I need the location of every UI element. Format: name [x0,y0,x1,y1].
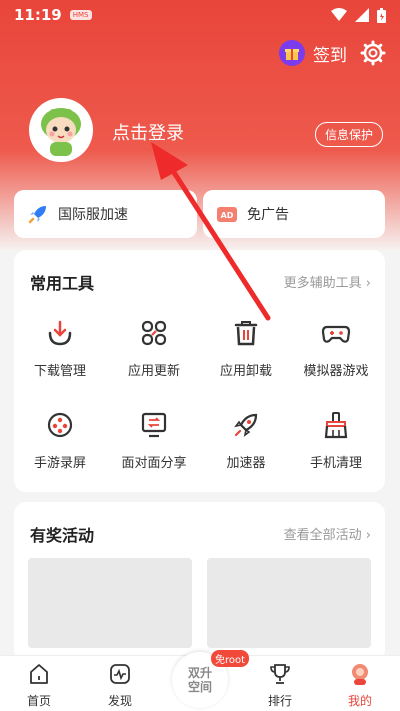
trash-icon [234,321,258,346]
tool-share-label: 面对面分享 [121,456,187,471]
signin-button[interactable]: 签到 [279,40,347,66]
tab-discover-label: 发现 [107,694,132,708]
broom-icon [324,412,348,439]
tool-uninstall[interactable]: 应用卸载 [201,318,291,379]
home-icon [30,664,48,684]
no-root-badge: 免root [211,650,250,667]
tool-download-label: 下载管理 [33,364,86,379]
gamepad-icon [321,325,351,343]
activity-banner[interactable] [28,558,192,648]
record-icon [47,412,73,438]
status-badge: HMS [69,10,92,20]
all-activities-link[interactable]: 查看全部活动 › [284,524,371,543]
discover-icon [110,664,130,684]
download-icon [48,320,72,346]
login-link[interactable]: 点击登录 [112,119,184,145]
dual-space-line2: 空间 [187,680,212,694]
more-tools-label: 更多辅助工具 [283,276,362,291]
more-tools-link[interactable]: 更多辅助工具 › [284,272,371,291]
no-ads-label: 免广告 [247,207,289,223]
tool-accelerator-label: 加速器 [226,456,266,471]
gift-icon [279,40,305,66]
rocket-icon [234,413,258,437]
intl-accelerate-label: 国际服加速 [58,207,128,223]
tool-record-label: 手游录屏 [33,456,86,471]
dual-space-line1: 双升 [187,666,212,680]
tool-clean[interactable]: 手机清理 [291,410,381,471]
tab-home[interactable]: 首页 [9,662,69,709]
ad-icon: AD [217,207,237,222]
apps-icon [141,320,167,346]
intl-accelerate-button[interactable]: 国际服加速 [14,190,197,238]
tool-emulator-label: 模拟器游戏 [303,364,369,379]
tab-mine-label: 我的 [347,694,372,708]
battery-icon [377,7,386,23]
tab-home-label: 首页 [26,694,51,708]
tab-ranking[interactable]: 排行 [250,662,310,709]
tool-clean-label: 手机清理 [309,456,362,471]
mascot-icon [41,108,81,156]
no-ads-button[interactable]: AD 免广告 [203,190,385,238]
rocket-icon [28,206,46,224]
avatar[interactable] [29,98,93,162]
tool-emulator[interactable]: 模拟器游戏 [291,318,381,379]
tab-discover[interactable]: 发现 [90,662,150,709]
privacy-button[interactable]: 信息保护 [315,122,384,147]
tool-uninstall-label: 应用卸载 [219,364,272,379]
tool-update[interactable]: 应用更新 [109,318,199,379]
tools-card: 常用工具 更多辅助工具 › 下载管理 应用更新 应用卸载 模拟器游戏 手游录屏 … [14,250,385,492]
status-bar: 11:19 HMS [0,0,400,30]
tool-update-label: 应用更新 [127,364,180,379]
activities-title: 有奖活动 [30,526,95,545]
tool-record[interactable]: 手游录屏 [15,410,105,471]
signal-icon [355,8,369,22]
status-time: 11:19 [14,6,62,24]
tool-accelerator[interactable]: 加速器 [201,410,291,471]
gear-icon[interactable] [360,40,386,66]
profile-icon [352,664,368,685]
tool-download[interactable]: 下载管理 [15,318,105,379]
tools-title: 常用工具 [30,274,95,293]
share-screen-icon [141,412,167,438]
tab-mine[interactable]: 我的 [330,662,390,709]
all-activities-label: 查看全部活动 [283,528,362,543]
chevron-right-icon: › [365,276,371,291]
chevron-right-icon: › [365,528,371,543]
trophy-icon [270,664,290,684]
tool-share[interactable]: 面对面分享 [109,410,199,471]
tab-ranking-label: 排行 [267,694,292,708]
wifi-icon [331,8,347,21]
svg-text:AD: AD [221,211,234,220]
signin-label: 签到 [313,45,347,66]
activity-banner[interactable] [207,558,371,648]
activities-card: 有奖活动 查看全部活动 › [14,502,385,662]
